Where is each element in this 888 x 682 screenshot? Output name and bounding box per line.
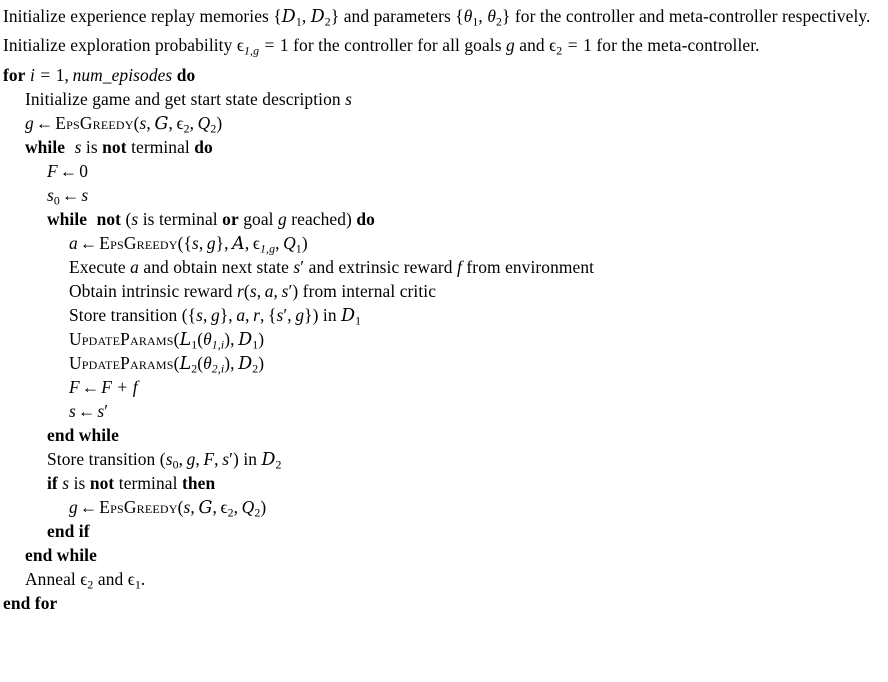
pseudocode-line-goal-epsgreedy: g ← EpsGreedy(s, G, ϵ2, Q2)	[25, 112, 223, 135]
line-text: Initialize experience replay memories {D…	[3, 6, 871, 29]
keyword-if: if	[47, 472, 58, 493]
line-text: Initialize game and get start state desc…	[25, 88, 353, 109]
pseudocode-line-init-game: Initialize game and get start state desc…	[3, 87, 888, 111]
keyword-do: do	[356, 208, 375, 229]
keyword-while: while	[47, 208, 88, 229]
pseudocode-line-end-while-inner: end while	[3, 423, 888, 447]
keyword-for: for	[3, 64, 26, 85]
keyword-not: not	[89, 472, 115, 493]
keyword-or: or	[222, 208, 239, 229]
pseudocode-line-update-params-1: UpdateParams(L1(θ1,i), D1)	[69, 328, 265, 351]
procedure-epsgreedy: EpsGreedy	[99, 232, 178, 253]
pseudocode-line-init-exploration: Initialize exploration probability ϵ1,g …	[3, 33, 887, 62]
procedure-epsgreedy: EpsGreedy	[99, 496, 178, 517]
keyword-do: do	[194, 136, 213, 157]
pseudocode-line-anneal: Anneal ϵ2 and ϵ1.	[25, 568, 146, 591]
keyword-end-while: end while	[25, 544, 97, 565]
loop-variable: i	[29, 64, 35, 85]
pseudocode-line-advance-state: s ← s′	[69, 400, 109, 421]
line-text: Initialize exploration probability ϵ1,g …	[3, 35, 760, 58]
pseudocode-line-store-transition-d2: Store transition (s0, g, F, s′) in D2	[47, 448, 282, 471]
keyword-while: while	[25, 136, 66, 157]
algorithm-pseudocode-block: Initialize experience replay memories {D…	[0, 0, 888, 615]
pseudocode-line-intrinsic-reward: Obtain intrinsic reward r(s, a, s′) from…	[69, 280, 437, 301]
keyword-end-for: end for	[3, 592, 58, 613]
pseudocode-line-s0-assign: s0 ← s	[47, 184, 89, 207]
pseudocode-line-init-memories: Initialize experience replay memories {D…	[3, 4, 887, 33]
pseudocode-line-end-for: end for	[3, 591, 888, 615]
pseudocode-line-for-episodes: for i = 1, num_episodes do	[3, 64, 196, 85]
pseudocode-line-goal-epsgreedy-2: g ← EpsGreedy(s, G, ϵ2, Q2)	[69, 496, 267, 519]
pseudocode-line-update-params-2: UpdateParams(L2(θ2,i), D2)	[69, 352, 265, 375]
keyword-end-if: end if	[47, 520, 90, 541]
pseudocode-line-f-zero: F ← 0	[47, 160, 89, 181]
num-episodes: num_episodes	[72, 64, 173, 85]
keyword-not: not	[102, 136, 127, 157]
procedure-epsgreedy: EpsGreedy	[55, 112, 134, 133]
pseudocode-line-end-while-outer: end while	[3, 543, 888, 567]
keyword-do: do	[176, 64, 196, 85]
keyword-then: then	[181, 472, 216, 493]
pseudocode-line-if-not-terminal: if s is not terminal then	[47, 472, 216, 493]
pseudocode-line-execute-action: Execute a and obtain next state s′ and e…	[69, 256, 595, 277]
keyword-not: not	[96, 208, 122, 229]
pseudocode-line-store-transition-d1: Store transition ({s, g}, a, r, {s′, g})…	[69, 304, 362, 327]
procedure-updateparams: UpdateParams	[69, 352, 174, 373]
keyword-end-while: end while	[47, 424, 119, 445]
pseudocode-line-while-not-terminal: while s is not terminal do	[25, 136, 213, 157]
pseudocode-line-action-epsgreedy: a ← EpsGreedy({s, g}, A, ϵ1,g, Q1)	[69, 232, 308, 255]
procedure-updateparams: UpdateParams	[69, 328, 174, 349]
pseudocode-line-while-not-goal: while not (s is terminal or goal g reach…	[47, 208, 375, 229]
pseudocode-line-accumulate-f: F ← F + f	[69, 376, 138, 397]
pseudocode-line-end-if: end if	[3, 519, 888, 543]
